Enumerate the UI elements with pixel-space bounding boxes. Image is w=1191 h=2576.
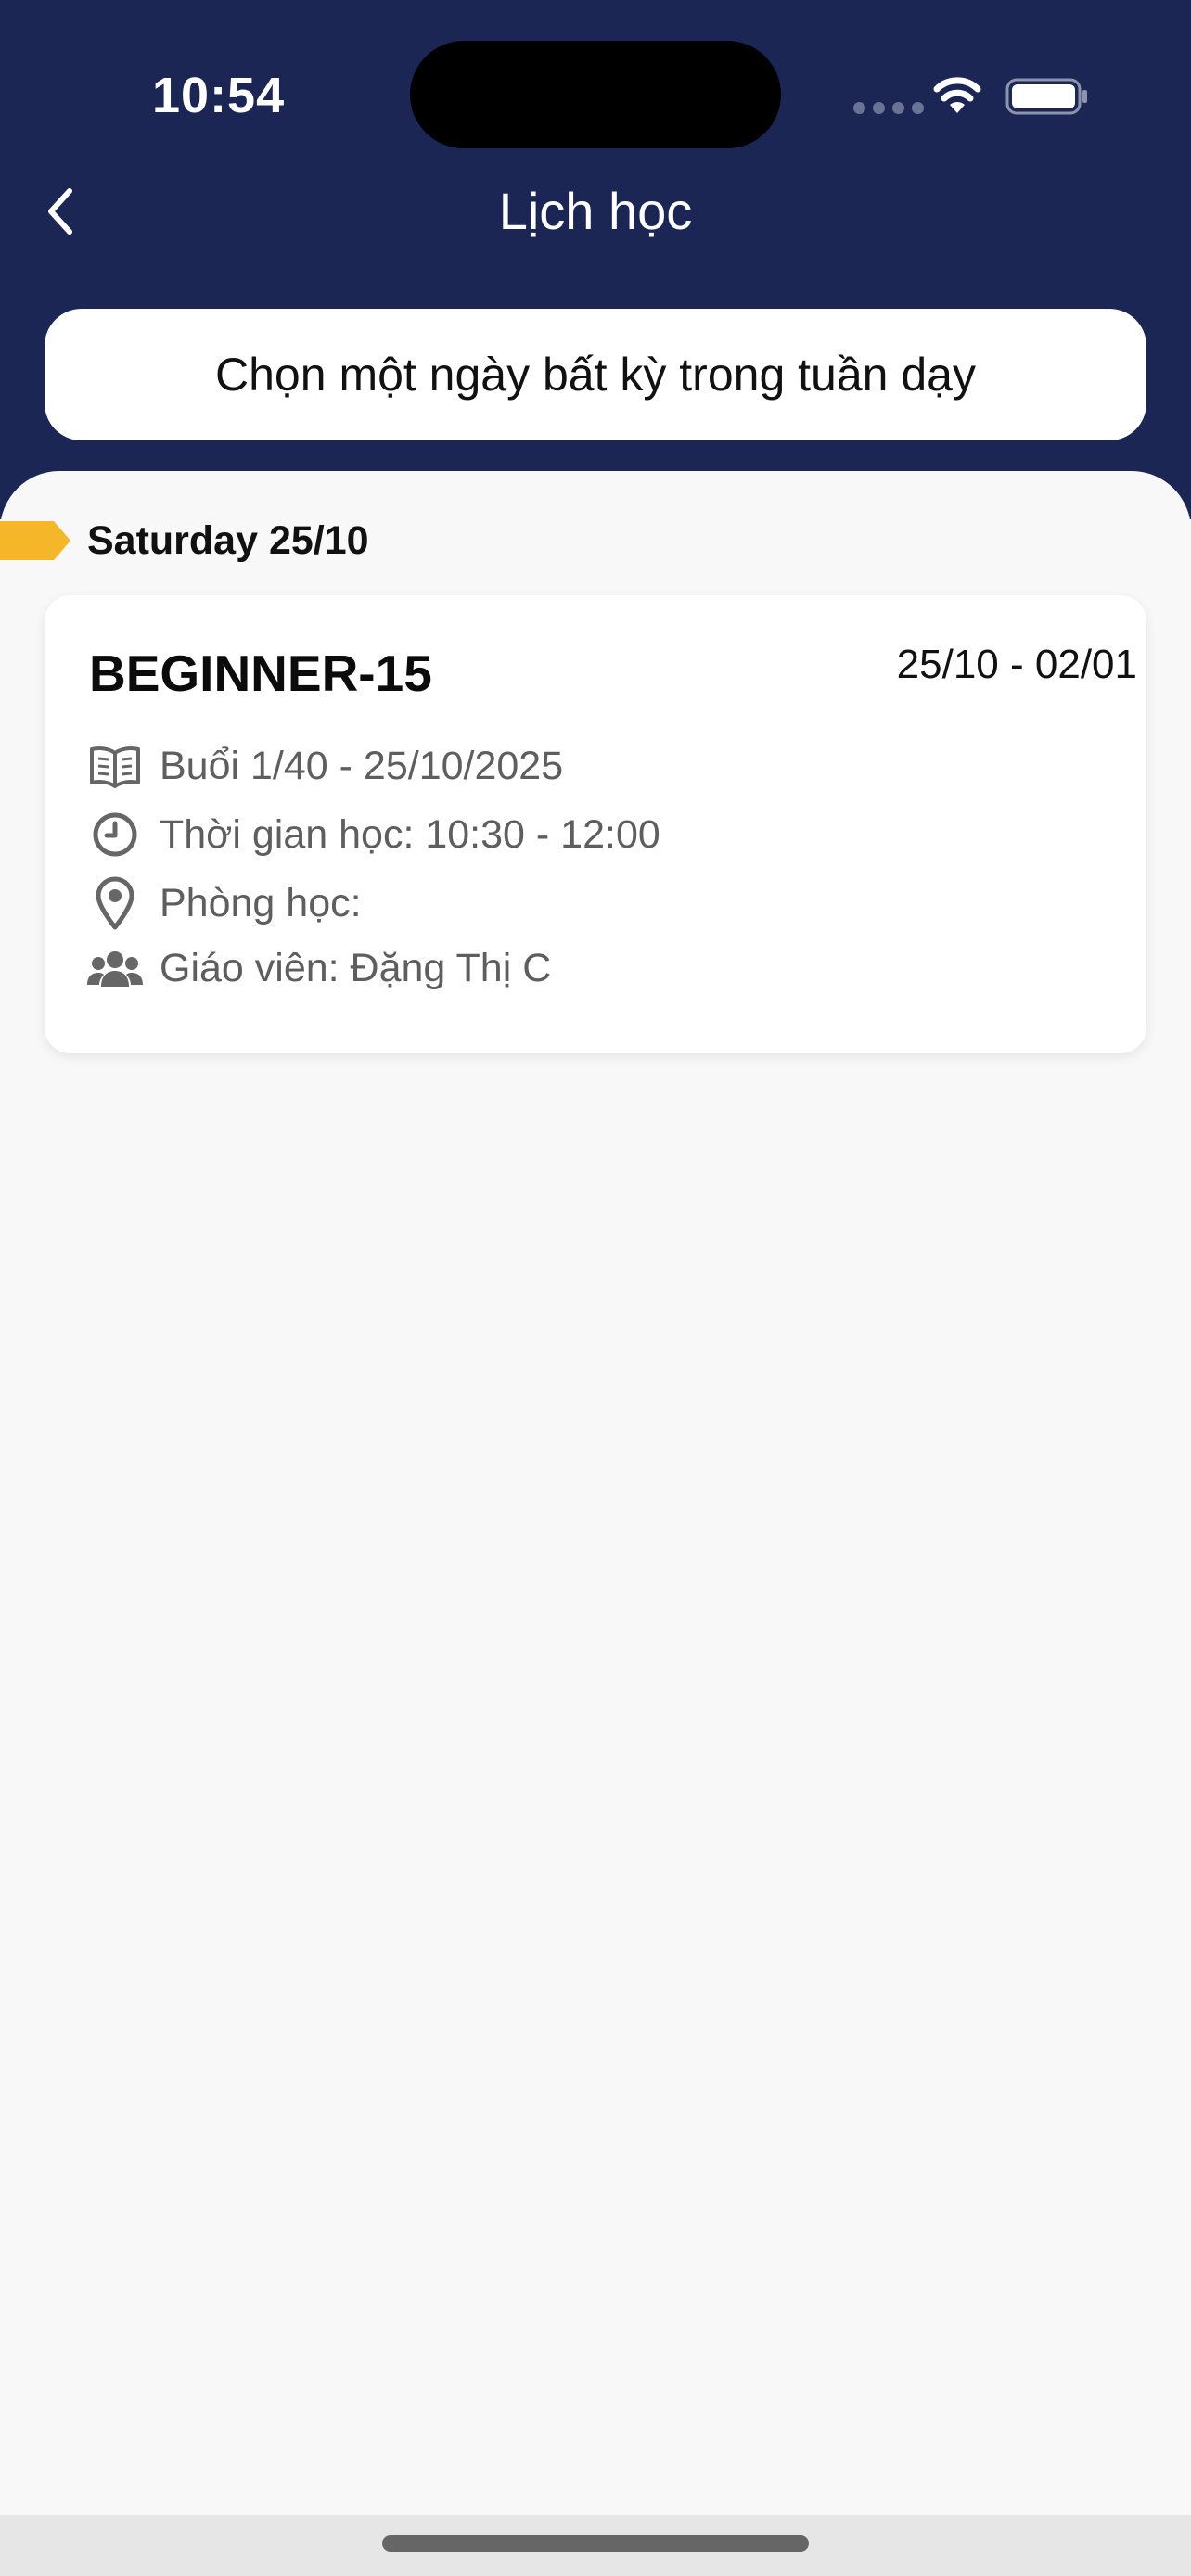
chevron-left-icon: [48, 188, 72, 235]
location-pin-icon: [87, 876, 143, 930]
battery-icon: [1005, 78, 1087, 115]
session-row: Buổi 1/40 - 25/10/2025: [87, 740, 563, 792]
room-text: Phòng học:: [160, 880, 362, 925]
users-icon: [87, 942, 143, 994]
week-selector-label: Chọn một ngày bất kỳ trong tuần dạy: [215, 349, 976, 401]
teacher-text: Giáo viên: Đặng Thị C: [160, 945, 552, 990]
page-title: Lịch học: [498, 182, 693, 240]
room-row: Phòng học:: [87, 876, 362, 930]
book-open-icon: [87, 740, 143, 792]
header-bar: 10:54 Lịch học Chọn một ngày bất kỳ tron…: [0, 0, 1191, 519]
day-label: Saturday 25/10: [87, 518, 369, 563]
day-marker-icon: [0, 521, 70, 560]
home-indicator[interactable]: [382, 2535, 809, 2552]
cellular-signal-icon: [853, 102, 924, 114]
time-row: Thời gian học: 10:30 - 12:00: [87, 809, 660, 861]
time-text: Thời gian học: 10:30 - 12:00: [160, 811, 660, 857]
week-selector-button[interactable]: Chọn một ngày bất kỳ trong tuần dạy: [45, 309, 1146, 440]
class-card[interactable]: BEGINNER-15 25/10 - 02/01 Buổi 1/40 - 25…: [45, 595, 1146, 1053]
wifi-icon: [933, 77, 981, 113]
session-text: Buổi 1/40 - 25/10/2025: [160, 743, 564, 788]
clock-icon: [87, 809, 143, 861]
teacher-row: Giáo viên: Đặng Thị C: [87, 942, 551, 994]
back-button[interactable]: [33, 178, 85, 245]
dynamic-island: [410, 41, 781, 148]
class-name: BEGINNER-15: [89, 644, 432, 702]
class-date-range: 25/10 - 02/01: [896, 642, 1137, 687]
status-time: 10:54: [152, 68, 286, 123]
